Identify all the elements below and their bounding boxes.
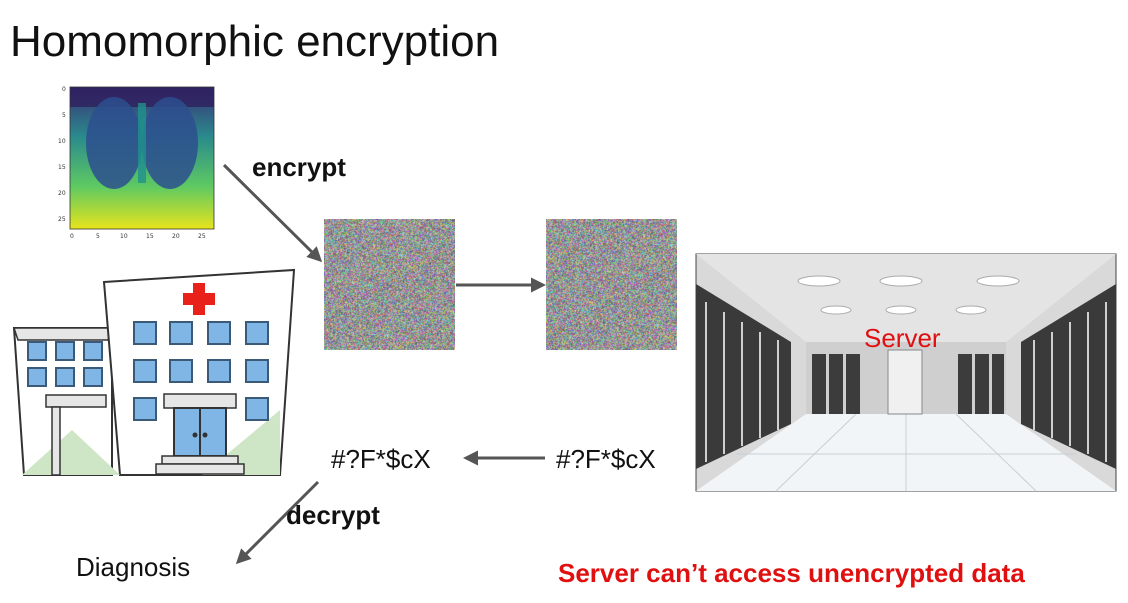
encrypted-data-image (324, 219, 455, 350)
xray-xtick: 25 (198, 233, 206, 240)
server-room-icon (695, 253, 1117, 492)
xray-ytick: 0 (62, 86, 66, 93)
server-room-image (695, 253, 1117, 492)
xray-ytick: 20 (58, 190, 66, 197)
cipher-text-client: #?F*$cX (331, 444, 431, 474)
diagnosis-label: Diagnosis (76, 552, 191, 582)
xray-ytick: 15 (58, 164, 66, 171)
xray-xtick: 15 (146, 233, 154, 240)
xray-ytick: 10 (58, 138, 66, 145)
xray-ytick: 5 (62, 112, 66, 119)
decrypt-label: decrypt (286, 500, 380, 530)
cipher-text-server: #?F*$cX (556, 444, 656, 474)
encrypted-data-image (546, 219, 677, 350)
encrypt-label: encrypt (252, 152, 346, 182)
xray-right-lung (142, 97, 198, 189)
xray-ytick: 25 (58, 216, 66, 223)
footer-note: Server can’t access unencrypted data (558, 558, 1025, 588)
server-label: Server (864, 323, 941, 353)
slide-title: Homomorphic encryption (10, 17, 500, 66)
hospital-illustration (12, 268, 297, 480)
xray-left-lung (86, 97, 142, 189)
xray-xtick: 20 (172, 233, 180, 240)
xray-xtick: 10 (120, 233, 128, 240)
xray-xtick: 0 (70, 233, 74, 240)
xray-image: 0 5 10 15 20 25 0 5 10 15 20 25 (52, 83, 222, 243)
hospital-icon (12, 268, 296, 476)
xray-xtick: 5 (96, 233, 100, 240)
xray-heatmap-svg: 0 5 10 15 20 25 0 5 10 15 20 25 (58, 86, 215, 240)
